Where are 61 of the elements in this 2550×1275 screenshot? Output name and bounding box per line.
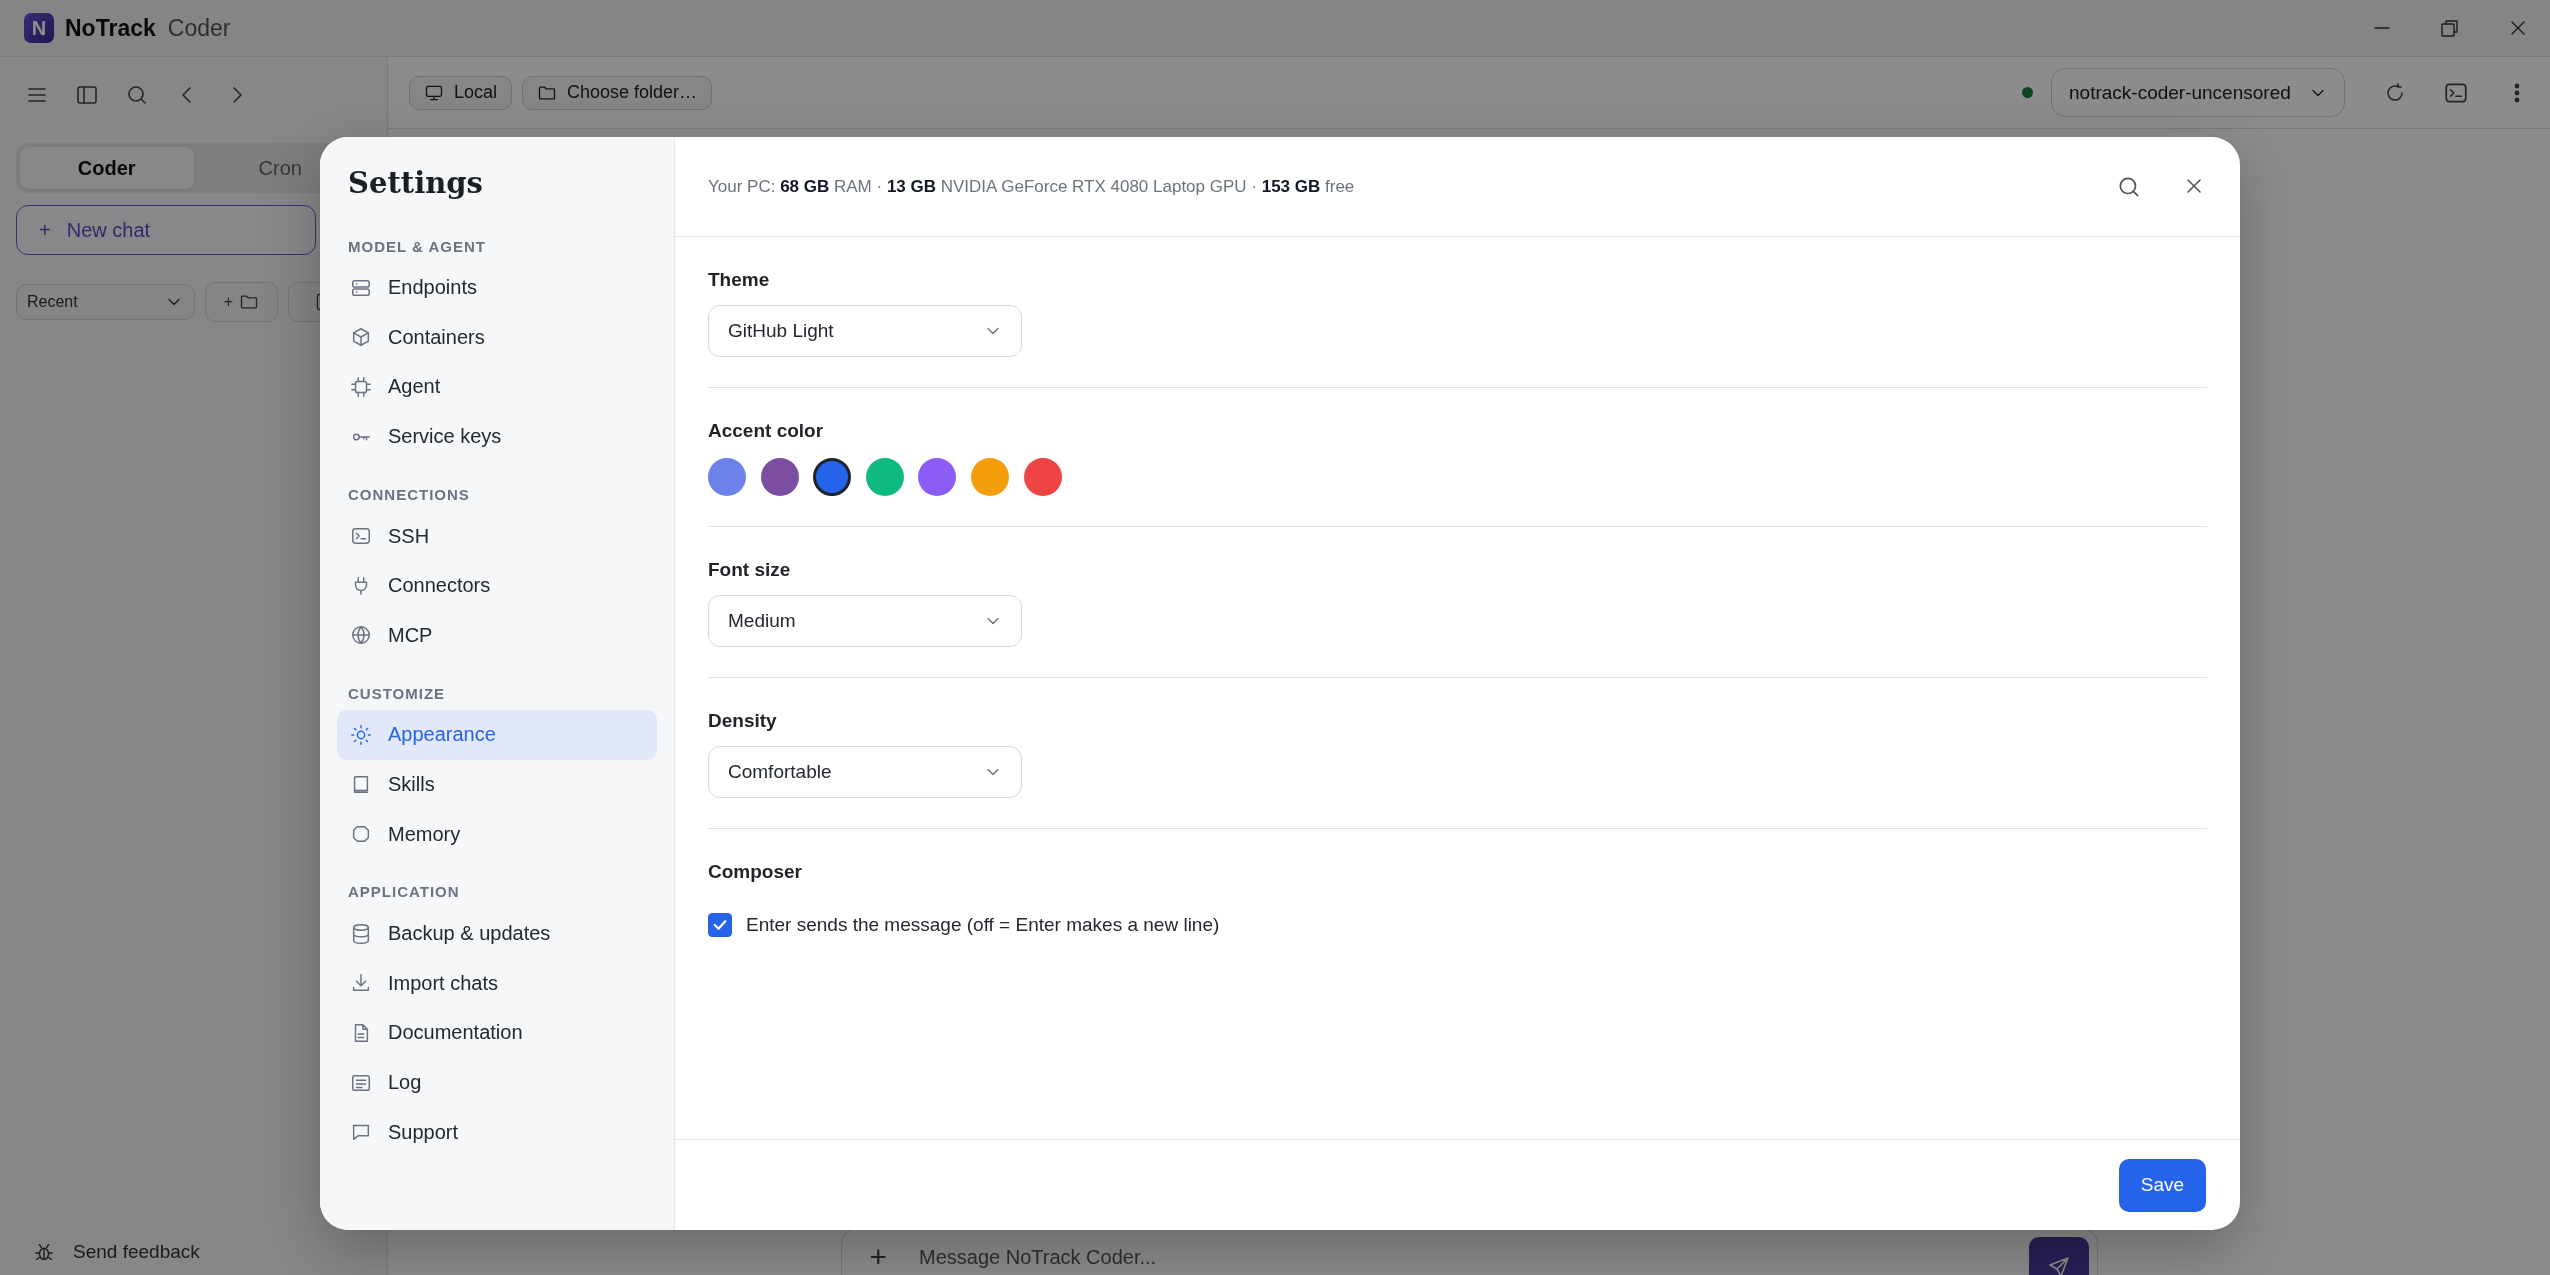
color-swatch[interactable] xyxy=(760,458,799,496)
color-swatch[interactable] xyxy=(813,458,852,496)
nav-heading: CUSTOMIZE xyxy=(347,683,447,704)
nav-item[interactable]: Documentation xyxy=(337,1008,657,1058)
nav-heading: APPLICATION xyxy=(347,882,461,903)
nav-item[interactable]: Containers xyxy=(337,312,657,363)
nav-item[interactable]: Endpoints xyxy=(337,263,657,313)
section-label: Theme xyxy=(708,268,770,292)
dropdown[interactable]: Medium xyxy=(708,595,1022,647)
new-chat-button[interactable]: + New chat xyxy=(16,205,316,255)
color-swatch[interactable] xyxy=(1023,458,1062,496)
system-info: Your PC: 68 GB RAM · 13 GB NVIDIA GeForce RTX 4080 Laptop GPU · 153 GB free xyxy=(708,176,1355,197)
color-swatch[interactable] xyxy=(708,458,746,496)
search-icon[interactable] xyxy=(125,83,149,107)
send-icon xyxy=(2046,1255,2071,1275)
message-field[interactable]: Message NoTrack Coder... xyxy=(917,1237,1999,1275)
nav-item[interactable]: Skills xyxy=(337,759,657,810)
feedback-link[interactable]: Send feedback xyxy=(0,1229,387,1275)
nav-item[interactable]: Agent xyxy=(337,362,657,412)
color-swatch[interactable] xyxy=(970,458,1009,496)
filter-dropdown[interactable]: Recent xyxy=(16,284,195,320)
nav-heading: CONNECTIONS xyxy=(347,484,471,505)
nav-item[interactable]: Support xyxy=(337,1107,657,1157)
nav-item[interactable]: Appearance xyxy=(337,710,657,760)
sun-icon xyxy=(350,723,372,746)
checkbox[interactable] xyxy=(708,913,732,937)
nav-item[interactable]: Service keys xyxy=(337,411,657,462)
section-label: Composer xyxy=(708,860,802,884)
app-name: NoTrack xyxy=(65,14,156,42)
color-swatch[interactable] xyxy=(918,458,957,496)
section-label: Font size xyxy=(708,558,791,582)
bug-icon xyxy=(33,1241,55,1263)
nav-item[interactable]: MCP xyxy=(337,610,657,661)
dropdown[interactable]: Comfortable xyxy=(708,746,1022,798)
database-icon xyxy=(350,922,372,945)
chip-icon xyxy=(350,376,372,398)
new-folder-button[interactable]: + xyxy=(205,282,278,322)
cube-icon xyxy=(350,326,372,349)
model-dropdown[interactable]: notrack-coder-uncensored xyxy=(2051,68,2345,117)
nav-item[interactable]: Backup & updates xyxy=(337,908,657,959)
color-swatch[interactable] xyxy=(865,458,904,496)
app-subtitle: Coder xyxy=(167,14,231,42)
nav-item[interactable]: Connectors xyxy=(337,560,657,611)
nav-item[interactable]: Import chats xyxy=(337,958,657,1009)
add-icon[interactable]: + xyxy=(869,1237,888,1275)
globe-icon xyxy=(350,624,372,647)
nav-heading: MODEL & AGENT xyxy=(347,236,487,257)
tab[interactable]: Coder xyxy=(20,147,194,189)
folder-chip[interactable]: Choose folder… xyxy=(522,75,713,110)
dialog-title: Settings xyxy=(348,166,483,200)
nav-item[interactable]: Memory xyxy=(337,809,657,859)
location-chip[interactable]: Local xyxy=(409,75,513,110)
sidebar-icon[interactable] xyxy=(75,83,99,107)
section-label: Accent color xyxy=(708,419,824,443)
dropdown[interactable]: GitHub Light xyxy=(708,305,1022,357)
app-logo: N xyxy=(24,13,54,43)
option-label: Enter sends the message (off = Enter makes a new line) xyxy=(746,914,1220,936)
nav-item[interactable]: SSH xyxy=(337,511,657,561)
section-label: Density xyxy=(708,709,777,733)
nav-item[interactable]: Log xyxy=(337,1057,657,1108)
save-button[interactable]: Save xyxy=(2119,1158,2206,1212)
